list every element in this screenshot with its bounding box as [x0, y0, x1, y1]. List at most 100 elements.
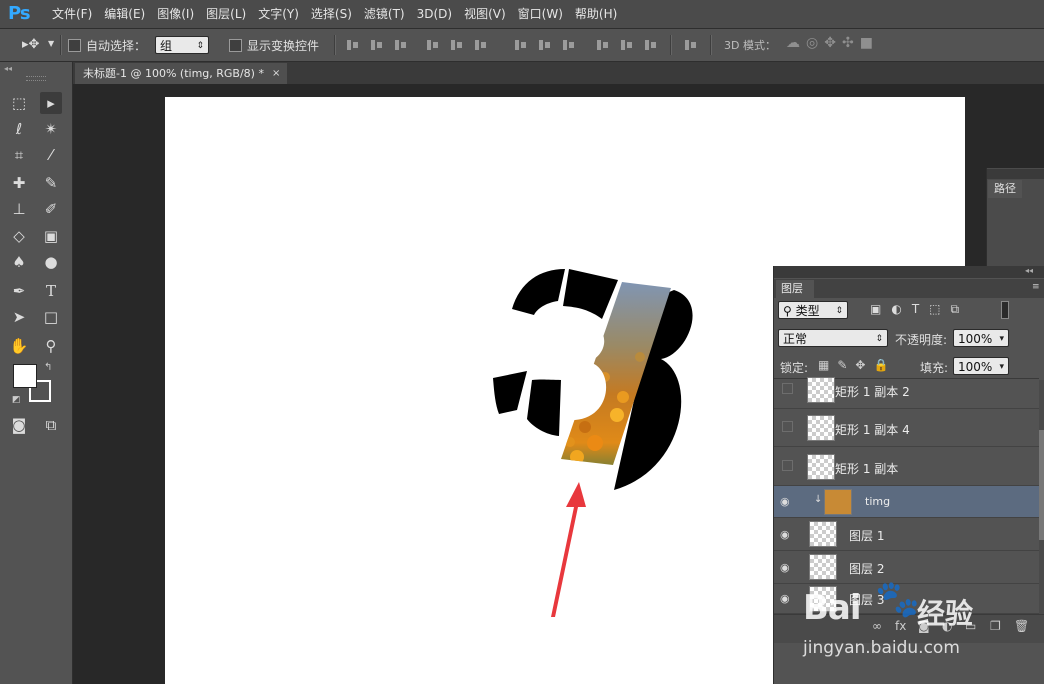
distribute-right-icon[interactable] — [644, 38, 658, 52]
divider — [334, 35, 336, 55]
auto-select-label: 自动选择： — [86, 39, 147, 53]
chevron-down-icon[interactable]: ▼ — [48, 39, 54, 48]
eye-icon[interactable]: ◉ — [780, 561, 790, 574]
show-transform-checkbox[interactable] — [229, 39, 242, 52]
visibility-toggle[interactable] — [782, 460, 793, 471]
filter-smart-object-icon[interactable]: ⧉ — [951, 302, 970, 316]
3d-rotate-icon[interactable]: ☁ — [786, 35, 806, 51]
gradient-tool-icon[interactable]: ▣ — [40, 225, 62, 247]
move-tool-icon[interactable]: ▸ — [40, 92, 62, 114]
menu-layer[interactable]: 图层(L) — [200, 0, 252, 28]
3d-drag-icon[interactable]: ✥ — [824, 35, 842, 51]
menu-view[interactable]: 视图(V) — [458, 0, 512, 28]
visibility-toggle[interactable] — [782, 383, 793, 394]
layers-tab[interactable]: 图层 — [776, 280, 814, 298]
eraser-tool-icon[interactable]: ◇ — [8, 225, 30, 247]
auto-select-checkbox[interactable] — [68, 39, 81, 52]
distribute-left-icon[interactable] — [596, 38, 610, 52]
zoom-tool-icon[interactable]: ⚲ — [40, 335, 62, 357]
layer-row-layer-1[interactable]: ◉ 图层 1 — [774, 518, 1039, 551]
menu-filter[interactable]: 滤镜(T) — [358, 0, 411, 28]
magic-wand-icon[interactable]: ✴ — [40, 118, 62, 140]
brush-tool-icon[interactable]: ✎ — [40, 172, 62, 194]
foreground-color-swatch[interactable] — [13, 364, 37, 388]
lock-image-icon[interactable]: ✎ — [837, 358, 855, 372]
layer-filter-dropdown[interactable]: ⚲ 类型 ⇕ — [778, 301, 848, 319]
crop-tool-icon[interactable]: ⌗ — [8, 144, 30, 166]
layer-thumbnail — [807, 454, 835, 480]
search-icon: ⚲ — [783, 304, 796, 318]
menu-help[interactable]: 帮助(H) — [569, 0, 623, 28]
menu-edit[interactable]: 编辑(E) — [98, 0, 151, 28]
menu-select[interactable]: 选择(S) — [305, 0, 358, 28]
align-hcenter-icon[interactable] — [450, 38, 464, 52]
align-bottom-icon[interactable] — [394, 38, 408, 52]
layer-row-rect-copy[interactable]: 矩形 1 副本 — [774, 448, 1039, 486]
path-select-icon[interactable]: ➤ — [8, 306, 30, 328]
close-icon[interactable]: × — [272, 63, 280, 84]
watermark-url: jingyan.baidu.com — [803, 638, 960, 658]
align-left-icon[interactable] — [426, 38, 440, 52]
lock-position-icon[interactable]: ✥ — [855, 358, 873, 372]
filter-adjustment-icon[interactable]: ◐ — [891, 302, 911, 316]
menu-3d[interactable]: 3D(D) — [411, 0, 458, 28]
swap-colors-icon[interactable]: ↰ — [44, 362, 52, 373]
filter-toggle[interactable] — [1001, 301, 1009, 319]
3d-roll-icon[interactable]: ◎ — [806, 35, 824, 51]
eye-icon[interactable]: ◉ — [780, 592, 790, 605]
pen-tool-icon[interactable]: ✒ — [8, 280, 30, 302]
filter-type-icon[interactable]: T — [912, 302, 929, 316]
blur-tool-icon[interactable]: ♠ — [8, 251, 30, 273]
marquee-tool-icon[interactable]: ⬚ — [8, 92, 30, 114]
layer-row-timg[interactable]: ◉ ↓ timg — [774, 486, 1039, 518]
opacity-input[interactable]: 100% ▾ — [953, 329, 1009, 347]
lock-transparent-icon[interactable]: ▦ — [818, 358, 837, 372]
quick-mask-icon[interactable]: ◙ — [8, 414, 30, 436]
blend-mode-dropdown[interactable]: 正常 ⇕ — [778, 329, 888, 347]
rectangle-tool-icon[interactable]: □ — [40, 306, 62, 328]
healing-brush-icon[interactable]: ✚ — [8, 172, 30, 194]
align-right-icon[interactable] — [474, 38, 488, 52]
dodge-tool-icon[interactable]: ● — [40, 251, 62, 273]
document-tab[interactable]: 未标题-1 @ 100% (timg, RGB/8) * — [75, 63, 287, 84]
3d-slide-icon[interactable]: ✣ — [842, 35, 860, 51]
type-tool-icon[interactable]: T — [40, 280, 62, 302]
filter-pixel-icon[interactable]: ▣ — [870, 302, 891, 316]
hand-tool-icon[interactable]: ✋ — [8, 335, 30, 357]
distribute-hcenter-icon[interactable] — [620, 38, 634, 52]
auto-align-icon[interactable] — [684, 38, 698, 52]
collapse-panels-icon[interactable]: ◂◂ — [1025, 266, 1033, 275]
panel-menu-icon[interactable]: ≡ — [1032, 282, 1040, 292]
align-vcenter-icon[interactable] — [370, 38, 384, 52]
paths-tab[interactable]: 路径 — [988, 180, 1022, 198]
clone-stamp-icon[interactable]: ⊥ — [8, 198, 30, 220]
default-colors-icon[interactable]: ◩ — [12, 395, 21, 405]
visibility-toggle[interactable] — [782, 421, 793, 432]
menu-type[interactable]: 文字(Y) — [252, 0, 305, 28]
filter-shape-icon[interactable]: ⬚ — [929, 302, 950, 316]
menu-image[interactable]: 图像(I) — [151, 0, 200, 28]
menu-file[interactable]: 文件(F) — [46, 0, 98, 28]
distribute-bottom-icon[interactable] — [562, 38, 576, 52]
auto-select-dropdown[interactable]: 组 ⇕ — [155, 36, 209, 54]
eye-icon[interactable]: ◉ — [780, 528, 790, 541]
distribute-top-icon[interactable] — [514, 38, 528, 52]
lasso-tool-icon[interactable]: ℓ — [8, 118, 30, 140]
history-brush-icon[interactable]: ✐ — [40, 198, 62, 220]
collapse-icon[interactable]: ◂◂ — [4, 64, 12, 73]
panel-grip[interactable] — [26, 76, 46, 81]
align-top-icon[interactable] — [346, 38, 360, 52]
move-tool-preset-icon[interactable]: ▸✥ — [22, 37, 39, 52]
eye-icon[interactable]: ◉ — [780, 495, 790, 508]
lock-all-icon[interactable]: 🔒 — [873, 358, 896, 372]
layer-thumbnail — [807, 377, 835, 403]
layer-row-rect-copy-4[interactable]: 矩形 1 副本 4 — [774, 409, 1039, 447]
menu-window[interactable]: 窗口(W) — [512, 0, 569, 28]
layer-row-rect-copy-2[interactable]: 矩形 1 副本 2 — [774, 371, 1039, 409]
3d-scale-icon[interactable]: ■ — [860, 35, 879, 51]
distribute-vcenter-icon[interactable] — [538, 38, 552, 52]
layers-scroll-thumb[interactable] — [1039, 430, 1044, 540]
eyedropper-icon[interactable]: ⁄ — [40, 144, 62, 166]
screen-mode-icon[interactable]: ⧉ — [40, 414, 62, 436]
layer-name: 矩形 1 副本 4 — [835, 423, 910, 437]
